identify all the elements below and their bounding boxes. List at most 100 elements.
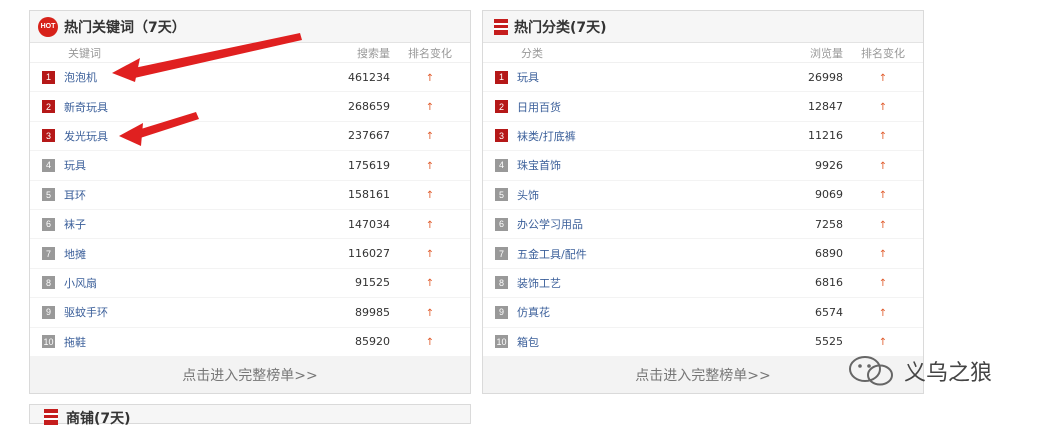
item-change: ↑ [390, 247, 470, 260]
column-rank-change: 排名变化 [408, 46, 452, 60]
rank-badge: 6 [42, 217, 55, 231]
keywords-full-list-link[interactable]: 点击进入完整榜单>> [30, 357, 470, 393]
item-link[interactable]: 箱包 [517, 334, 539, 350]
hot-keywords-panel: HOT 热门关键词（7天） 关键词 搜索量 排名变化 1 泡泡机 461234 ↑ 2 新… [29, 10, 471, 394]
item-value: 11216 [808, 129, 843, 143]
item-link[interactable]: 耳环 [64, 187, 86, 203]
rank-badge: 9 [495, 305, 508, 319]
item-link[interactable]: 装饰工艺 [517, 275, 561, 291]
item-name-cell: 9 驱蚊手环 [30, 304, 330, 320]
item-link[interactable]: 头饰 [517, 187, 539, 203]
item-value: 6890 [815, 247, 843, 261]
rank-badge: 10 [495, 335, 508, 349]
item-name-cell: 3 发光玩具 [30, 128, 330, 144]
list-item: 6 袜子 147034 ↑ [30, 210, 470, 240]
hot-categories-header: 热门分类(7天) [483, 11, 923, 43]
item-name-cell: 2 新奇玩具 [30, 99, 330, 115]
hot-categories-list: 1 玩具 26998 ↑ 2 日用百货 12847 ↑ 3 袜类/打底裤 11216 ↑ 4 珠宝首饰 99… [483, 63, 923, 357]
item-link[interactable]: 日用百货 [517, 99, 561, 115]
list-item: 5 耳环 158161 ↑ [30, 181, 470, 210]
item-value: 12847 [808, 100, 843, 114]
item-link[interactable]: 小风扇 [64, 275, 97, 291]
rank-badge: 8 [495, 276, 508, 290]
list-item: 8 装饰工艺 6816 ↑ [483, 269, 923, 299]
column-keyword: 关键词 [68, 46, 101, 60]
item-link[interactable]: 驱蚊手环 [64, 304, 108, 320]
item-change: ↑ [843, 129, 923, 142]
item-link[interactable]: 地摊 [64, 246, 86, 262]
arrow-up-icon: ↑ [878, 307, 888, 319]
arrow-up-icon: ↑ [878, 190, 888, 202]
rank-badge: 2 [42, 100, 55, 114]
wechat-icon [849, 356, 893, 386]
item-link[interactable]: 玩具 [517, 69, 539, 85]
arrow-up-icon: ↑ [425, 131, 435, 143]
item-change: ↑ [843, 100, 923, 113]
item-link[interactable]: 新奇玩具 [64, 99, 108, 115]
item-value: 26998 [808, 70, 843, 84]
item-change: ↑ [390, 71, 470, 84]
item-link[interactable]: 仿真花 [517, 304, 550, 320]
item-change: ↑ [843, 335, 923, 348]
item-name-cell: 8 装饰工艺 [483, 275, 783, 291]
item-link[interactable]: 五金工具/配件 [517, 246, 587, 262]
item-link[interactable]: 泡泡机 [64, 69, 97, 85]
item-value: 6574 [815, 305, 843, 319]
item-name-cell: 1 泡泡机 [30, 69, 330, 85]
item-value: 9926 [815, 158, 843, 172]
arrow-up-icon: ↑ [425, 337, 435, 349]
item-link[interactable]: 袜子 [64, 216, 86, 232]
item-value: 5525 [815, 335, 843, 349]
item-change: ↑ [390, 306, 470, 319]
list-item: 1 泡泡机 461234 ↑ [30, 63, 470, 93]
hot-keywords-header: HOT 热门关键词（7天） [30, 11, 470, 43]
item-value: 237667 [348, 129, 390, 143]
item-link[interactable]: 珠宝首饰 [517, 157, 561, 173]
column-category: 分类 [521, 46, 543, 60]
list-item: 8 小风扇 91525 ↑ [30, 269, 470, 299]
list-item: 9 仿真花 6574 ↑ [483, 298, 923, 328]
item-link[interactable]: 袜类/打底裤 [517, 128, 576, 144]
item-name-cell: 7 地摊 [30, 246, 330, 262]
arrow-up-icon: ↑ [425, 160, 435, 172]
item-link[interactable]: 玩具 [64, 157, 86, 173]
list-item: 4 珠宝首饰 9926 ↑ [483, 151, 923, 181]
list-item: 10 拖鞋 85920 ↑ [30, 328, 470, 357]
item-value: 6816 [815, 276, 843, 290]
item-name-cell: 6 办公学习用品 [483, 216, 783, 232]
arrow-up-icon: ↑ [878, 160, 888, 172]
arrow-up-icon: ↑ [878, 278, 888, 290]
rank-badge: 5 [495, 188, 508, 202]
hot-categories-panel: 热门分类(7天) 分类 浏览量 排名变化 1 玩具 26998 ↑ 2 日用百货 12847… [482, 10, 924, 394]
list-item: 1 玩具 26998 ↑ [483, 63, 923, 93]
item-value: 461234 [348, 70, 390, 84]
item-value: 7258 [815, 217, 843, 231]
rank-badge: 7 [42, 247, 55, 261]
rank-badge: 7 [495, 247, 508, 261]
list-item: 6 办公学习用品 7258 ↑ [483, 210, 923, 240]
arrow-up-icon: ↑ [878, 72, 888, 84]
item-change: ↑ [390, 188, 470, 201]
item-name-cell: 2 日用百货 [483, 99, 783, 115]
list-item: 9 驱蚊手环 89985 ↑ [30, 298, 470, 328]
rank-badge: 2 [495, 100, 508, 114]
rank-badge: 8 [42, 276, 55, 290]
item-link[interactable]: 办公学习用品 [517, 216, 583, 232]
list-item: 4 玩具 175619 ↑ [30, 151, 470, 181]
list-item: 2 新奇玩具 268659 ↑ [30, 92, 470, 122]
item-name-cell: 1 玩具 [483, 69, 783, 85]
arrow-up-icon: ↑ [878, 131, 888, 143]
list-item: 2 日用百货 12847 ↑ [483, 92, 923, 122]
arrow-up-icon: ↑ [425, 72, 435, 84]
item-name-cell: 9 仿真花 [483, 304, 783, 320]
item-link[interactable]: 发光玩具 [64, 128, 108, 144]
list-item: 5 头饰 9069 ↑ [483, 181, 923, 210]
item-link[interactable]: 拖鞋 [64, 334, 86, 350]
item-change: ↑ [390, 129, 470, 142]
item-value: 9069 [815, 188, 843, 202]
item-value: 175619 [348, 158, 390, 172]
arrow-up-icon: ↑ [425, 249, 435, 261]
list-item: 7 五金工具/配件 6890 ↑ [483, 239, 923, 269]
list-item: 3 袜类/打底裤 11216 ↑ [483, 122, 923, 152]
item-value: 85920 [355, 335, 390, 349]
